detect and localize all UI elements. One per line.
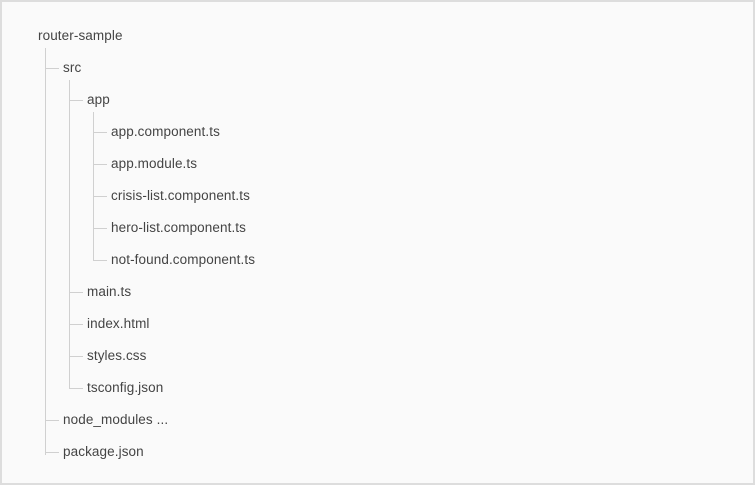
tree-connector-not-found: [93, 260, 107, 261]
file-tree: router-sample src app app.component.ts a…: [2, 2, 753, 483]
tree-folder-node-modules: node_modules ...: [63, 412, 169, 427]
tree-file-app-module: app.module.ts: [111, 156, 198, 171]
tree-file-index-html: index.html: [87, 316, 150, 331]
tree-connector-node-modules: [45, 420, 59, 421]
tree-file-not-found: not-found.component.ts: [111, 252, 256, 267]
tree-folder-src: src: [63, 60, 82, 75]
tree-connector-src: [45, 68, 59, 69]
tree-connector-main-ts: [69, 292, 83, 293]
tree-connector-tsconfig: [69, 388, 83, 389]
tree-file-app-component: app.component.ts: [111, 124, 220, 139]
file-tree-panel: router-sample src app app.component.ts a…: [0, 0, 755, 485]
tree-root-folder: router-sample: [38, 28, 123, 43]
tree-folder-app: app: [87, 92, 110, 107]
tree-file-crisis-list: crisis-list.component.ts: [111, 188, 250, 203]
tree-connector-package-json: [45, 452, 59, 453]
tree-connector-root: [45, 48, 46, 455]
tree-connector-app-component: [93, 132, 107, 133]
tree-connector-styles-css: [69, 356, 83, 357]
tree-connector-app: [69, 100, 83, 101]
tree-connector-hero-list: [93, 228, 107, 229]
tree-connector-index-html: [69, 324, 83, 325]
tree-file-tsconfig: tsconfig.json: [87, 380, 164, 395]
tree-connector-crisis-list: [93, 196, 107, 197]
tree-file-hero-list: hero-list.component.ts: [111, 220, 247, 235]
tree-file-package-json: package.json: [63, 444, 144, 459]
tree-connector-app-module: [93, 164, 107, 165]
tree-file-main-ts: main.ts: [87, 284, 132, 299]
tree-connector-src-children: [69, 80, 70, 389]
tree-file-styles-css: styles.css: [87, 348, 147, 363]
tree-connector-app-children: [93, 112, 94, 261]
